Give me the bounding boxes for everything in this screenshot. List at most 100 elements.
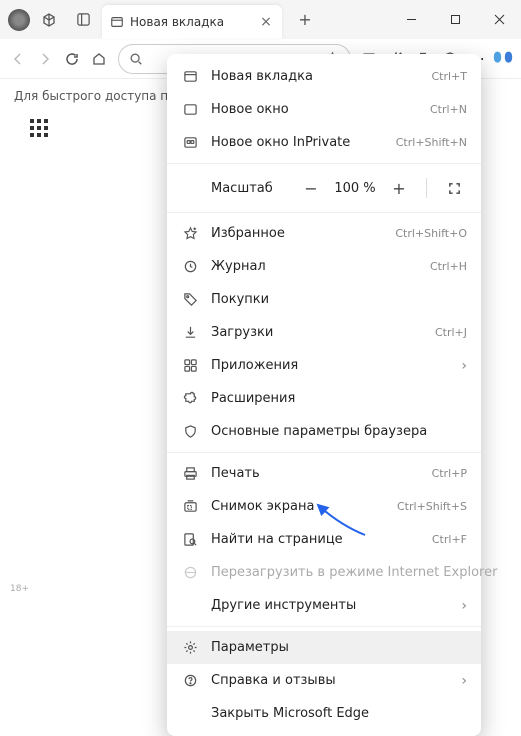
workspaces-icon[interactable] xyxy=(34,5,64,35)
copilot-icon[interactable] xyxy=(492,44,515,74)
find-icon xyxy=(181,531,199,549)
shield-heart-icon xyxy=(181,423,199,441)
menu-help[interactable]: Справка и отзывы › xyxy=(167,664,481,697)
menu-more-tools[interactable]: Другие инструменты › xyxy=(167,589,481,622)
new-window-icon xyxy=(181,101,199,119)
apps-icon xyxy=(181,357,199,375)
menu-settings[interactable]: Параметры xyxy=(167,631,481,664)
gear-icon xyxy=(181,639,199,657)
star-icon xyxy=(181,225,199,243)
active-tab[interactable]: Новая вкладка × xyxy=(102,5,282,39)
inprivate-icon xyxy=(181,134,199,152)
puzzle-icon xyxy=(181,390,199,408)
maximize-button[interactable] xyxy=(433,4,477,36)
menu-history[interactable]: Журнал Ctrl+H xyxy=(167,250,481,283)
age-rating: 18+ xyxy=(10,584,29,594)
menu-label: Новая вкладка xyxy=(211,69,419,84)
new-tab-button[interactable]: + xyxy=(290,5,320,35)
menu-shortcut: Ctrl+H xyxy=(430,260,467,273)
menu-separator xyxy=(167,452,481,453)
menu-shortcut: Ctrl+T xyxy=(431,70,467,83)
menu-shortcut: Ctrl+Shift+O xyxy=(395,227,467,240)
download-icon xyxy=(181,324,199,342)
quick-access-text: Для быстрого доступа по xyxy=(14,89,176,103)
menu-screenshot[interactable]: Снимок экрана Ctrl+Shift+S xyxy=(167,490,481,523)
menu-label: Параметры xyxy=(211,640,467,655)
fullscreen-button[interactable] xyxy=(441,175,467,201)
titlebar: Новая вкладка × + xyxy=(0,0,521,39)
profile-avatar[interactable] xyxy=(8,9,30,31)
menu-label: Справка и отзывы xyxy=(211,673,449,688)
menu-shortcut: Ctrl+N xyxy=(430,103,467,116)
menu-label: Покупки xyxy=(211,292,467,307)
menu-apps[interactable]: Приложения › xyxy=(167,349,481,382)
menu-label: Журнал xyxy=(211,259,418,274)
menu-downloads[interactable]: Загрузки Ctrl+J xyxy=(167,316,481,349)
search-icon xyxy=(129,52,143,66)
blank-icon xyxy=(181,597,199,615)
menu-label: Загрузки xyxy=(211,325,423,340)
menu-shortcut: Ctrl+P xyxy=(432,467,467,480)
menu-label: Приложения xyxy=(211,358,449,373)
divider xyxy=(426,178,427,198)
menu-new-tab[interactable]: Новая вкладка Ctrl+T xyxy=(167,60,481,93)
ie-icon xyxy=(181,564,199,582)
menu-new-inprivate[interactable]: Новое окно InPrivate Ctrl+Shift+N xyxy=(167,126,481,159)
vertical-tabs-icon[interactable] xyxy=(68,5,98,35)
menu-label: Найти на странице xyxy=(211,532,420,547)
history-icon xyxy=(181,258,199,276)
zoom-out-button[interactable]: − xyxy=(298,175,324,201)
menu-shopping[interactable]: Покупки xyxy=(167,283,481,316)
zoom-label: Масштаб xyxy=(181,181,288,196)
menu-separator xyxy=(167,626,481,627)
menu-zoom: Масштаб − 100 % + xyxy=(167,168,481,208)
chevron-right-icon: › xyxy=(461,358,467,374)
new-tab-icon xyxy=(181,68,199,86)
menu-close-edge[interactable]: Закрыть Microsoft Edge xyxy=(167,697,481,730)
zoom-value: 100 % xyxy=(334,181,376,196)
printer-icon xyxy=(181,465,199,483)
menu-label: Избранное xyxy=(211,226,383,241)
app-menu: Новая вкладка Ctrl+T Новое окно Ctrl+N Н… xyxy=(167,54,481,736)
home-button[interactable] xyxy=(87,43,112,75)
menu-label: Другие инструменты xyxy=(211,598,449,613)
screenshot-icon xyxy=(181,498,199,516)
menu-extensions[interactable]: Расширения xyxy=(167,382,481,415)
forward-button[interactable] xyxy=(33,43,58,75)
menu-separator xyxy=(167,163,481,164)
menu-label: Новое окно InPrivate xyxy=(211,135,384,150)
menu-shortcut: Ctrl+Shift+S xyxy=(397,500,467,513)
close-window-button[interactable] xyxy=(477,4,521,36)
zoom-in-button[interactable]: + xyxy=(386,175,412,201)
menu-separator xyxy=(167,212,481,213)
refresh-button[interactable] xyxy=(60,43,85,75)
tab-close-icon[interactable]: × xyxy=(258,14,274,30)
menu-label: Основные параметры браузера xyxy=(211,424,467,439)
menu-favorites[interactable]: Избранное Ctrl+Shift+O xyxy=(167,217,481,250)
chevron-right-icon: › xyxy=(461,673,467,689)
menu-shortcut: Ctrl+Shift+N xyxy=(396,136,467,149)
menu-essentials[interactable]: Основные параметры браузера xyxy=(167,415,481,448)
menu-find[interactable]: Найти на странице Ctrl+F xyxy=(167,523,481,556)
menu-print[interactable]: Печать Ctrl+P xyxy=(167,457,481,490)
menu-label: Расширения xyxy=(211,391,467,406)
menu-new-window[interactable]: Новое окно Ctrl+N xyxy=(167,93,481,126)
tag-icon xyxy=(181,291,199,309)
menu-shortcut: Ctrl+F xyxy=(432,533,467,546)
menu-shortcut: Ctrl+J xyxy=(435,326,467,339)
apps-launcher-icon[interactable] xyxy=(30,119,48,137)
menu-label: Снимок экрана xyxy=(211,499,385,514)
menu-label: Новое окно xyxy=(211,102,418,117)
menu-label: Закрыть Microsoft Edge xyxy=(211,706,467,721)
titlebar-left: Новая вкладка × + xyxy=(0,0,320,39)
minimize-button[interactable] xyxy=(389,4,433,36)
help-icon xyxy=(181,672,199,690)
tab-favicon-icon xyxy=(110,15,124,29)
menu-label: Печать xyxy=(211,466,420,481)
menu-label: Перезагрузить в режиме Internet Explorer xyxy=(211,565,497,580)
blank-icon xyxy=(181,705,199,723)
tab-title: Новая вкладка xyxy=(130,15,252,29)
window-controls xyxy=(389,4,521,36)
back-button[interactable] xyxy=(6,43,31,75)
menu-ie-mode: Перезагрузить в режиме Internet Explorer xyxy=(167,556,481,589)
